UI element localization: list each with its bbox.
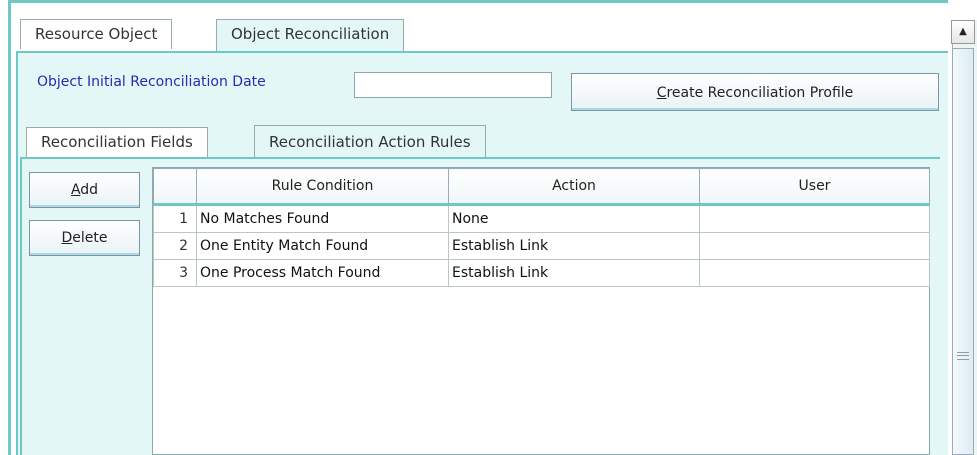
user-cell[interactable] [699,259,930,287]
delete-label-rest: elete [72,230,108,246]
delete-button[interactable]: Delete [29,220,140,256]
action-cell[interactable]: None [448,204,700,233]
add-mnemonic: A [70,182,81,198]
row-index: 3 [153,259,197,287]
delete-mnemonic: D [61,230,73,246]
user-cell[interactable] [699,232,930,260]
rule-condition-cell[interactable]: No Matches Found [196,204,449,233]
initial-reconciliation-date-input[interactable] [354,72,552,98]
grip-icon [957,352,969,360]
row-index: 2 [153,232,197,260]
tab-resource-object[interactable]: Resource Object [20,19,173,49]
table-row[interactable]: 2 One Entity Match Found Establish Link [153,232,930,260]
column-header-user[interactable]: User [699,168,930,206]
table-header-row: Rule Condition Action User [153,168,930,206]
column-header-rule-condition[interactable]: Rule Condition [196,168,449,206]
user-cell[interactable] [699,204,930,233]
table-row[interactable]: 1 No Matches Found None [153,204,930,233]
add-button[interactable]: Add [29,172,140,208]
initial-reconciliation-date-label: Object Initial Reconciliation Date [37,74,266,90]
tab-reconciliation-fields[interactable]: Reconciliation Fields [26,127,208,157]
column-header-index[interactable] [153,168,197,206]
arrow-up-icon[interactable]: ▲ [951,20,975,44]
scrollbar-thumb[interactable] [952,48,974,455]
row-index: 1 [153,204,197,233]
create-label-rest: reate Reconciliation Profile [666,85,854,101]
tab-object-reconciliation[interactable]: Object Reconciliation [216,19,405,51]
add-label-rest: dd [80,182,99,198]
action-rules-table: Rule Condition Action User 1 No Matches … [152,167,930,455]
column-header-action[interactable]: Action [448,168,700,206]
action-cell[interactable]: Establish Link [448,232,700,260]
action-cell[interactable]: Establish Link [448,259,700,287]
table-row[interactable]: 3 One Process Match Found Establish Link [153,259,930,287]
create-reconciliation-profile-button[interactable]: Create Reconciliation Profile [571,73,939,111]
rule-condition-cell[interactable]: One Process Match Found [196,259,449,287]
rule-condition-cell[interactable]: One Entity Match Found [196,232,449,260]
tab-reconciliation-action-rules[interactable]: Reconciliation Action Rules [254,125,486,159]
